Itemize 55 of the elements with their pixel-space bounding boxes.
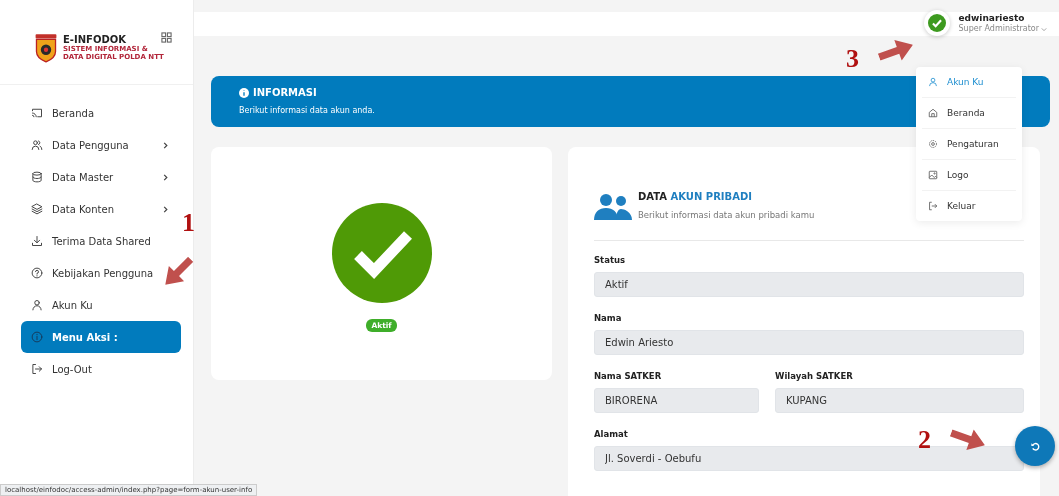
users-icon	[594, 192, 632, 220]
menu-item[interactable]: Akun Ku	[922, 67, 1016, 98]
sidebar-item[interactable]: Data Master	[21, 161, 181, 193]
download-icon	[31, 235, 43, 247]
card-title: DATA AKUN PRIBADI	[638, 191, 753, 202]
field-label: Nama	[594, 313, 623, 323]
annotation-number: 1	[182, 210, 195, 236]
sidebar-item[interactable]: Beranda	[21, 97, 99, 129]
sidebar-item[interactable]: Log-Out	[21, 353, 96, 385]
input-field[interactable]: KUPANG	[775, 388, 1024, 413]
info-icon	[31, 331, 43, 343]
check-icon	[928, 14, 947, 32]
field-label: Nama SATKER	[594, 371, 663, 381]
gear-icon	[928, 139, 938, 149]
refresh-icon	[1029, 440, 1041, 452]
menu-item[interactable]: Pengaturan	[922, 129, 1016, 160]
refresh-button[interactable]	[1015, 426, 1055, 466]
sidebar-item[interactable]: Terima Data Shared	[21, 225, 155, 257]
sidebar-item[interactable]: Data Pengguna	[21, 129, 181, 161]
sidebar-item[interactable]: Menu Aksi :	[21, 321, 181, 353]
menu-item[interactable]: Keluar	[922, 191, 1016, 221]
username: edwinariesto	[958, 12, 1026, 24]
sidebar-item[interactable]: Kebijakan Pengguna	[21, 257, 158, 289]
user-icon	[928, 77, 938, 87]
banner-text: Berikut informasi data akun anda.	[239, 106, 375, 115]
users-icon	[31, 139, 43, 151]
menu-item[interactable]: Logo	[922, 160, 1016, 191]
field-label: Alamat	[594, 429, 629, 439]
verified-avatar[interactable]	[924, 10, 951, 36]
banner-title: INFORMASI	[253, 87, 317, 98]
menu-item[interactable]: Beranda	[922, 98, 1016, 129]
annotation-number: 3	[846, 46, 859, 72]
logout-icon	[31, 363, 43, 375]
image-icon	[928, 170, 938, 180]
field-label: Status	[594, 255, 627, 265]
user-role[interactable]: Super Administrator	[958, 23, 1039, 34]
check-circle-icon	[331, 203, 432, 303]
home-icon	[928, 108, 938, 118]
info-icon	[239, 87, 249, 98]
layers-icon	[31, 203, 43, 215]
field-label: Wilayah SATKER	[775, 371, 854, 381]
grid-icon[interactable]	[161, 32, 172, 43]
user-icon	[31, 299, 43, 311]
input-field[interactable]: Edwin Ariesto	[594, 330, 1024, 355]
card-subtitle: Berikut informasi data akun pribadi kamu	[638, 210, 815, 220]
logout-icon	[928, 201, 938, 211]
input-field[interactable]: BIRORENA	[594, 388, 759, 413]
sidebar-item[interactable]: Akun Ku	[21, 289, 97, 321]
police-emblem-icon	[33, 32, 59, 64]
input-field[interactable]: Aktif	[594, 272, 1024, 297]
sidebar-item[interactable]: Data Konten	[21, 193, 181, 225]
database-icon	[31, 171, 43, 183]
cast-icon	[31, 107, 43, 119]
app-name: E-INFODOK	[63, 34, 127, 45]
help-icon	[31, 267, 43, 279]
